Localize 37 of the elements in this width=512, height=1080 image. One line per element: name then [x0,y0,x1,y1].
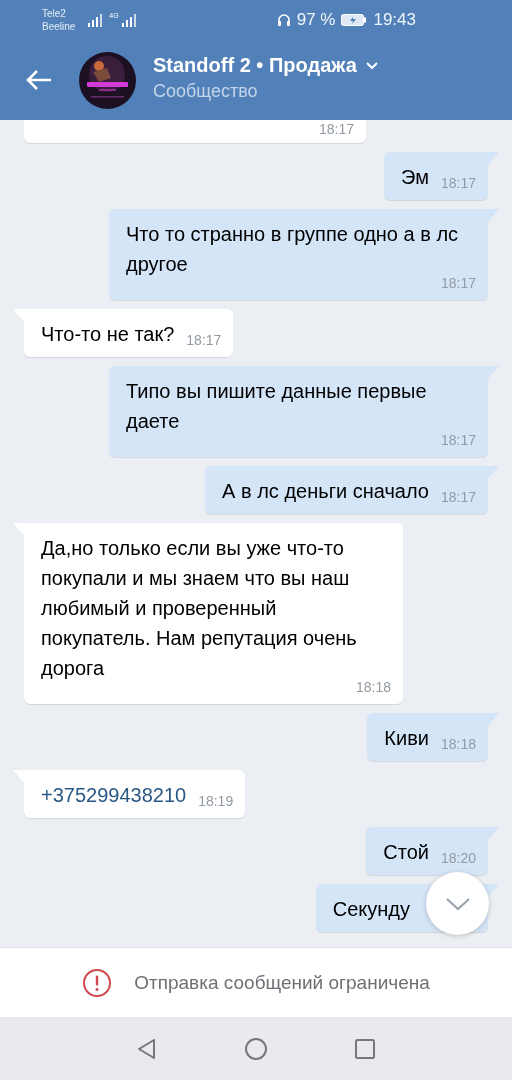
chat-subtitle: Сообщество [153,81,259,102]
chevron-down-icon[interactable] [364,61,379,70]
phone-link[interactable]: +375299438210 [41,780,187,810]
message-time: 18:17 [440,432,476,448]
message-time: 18:17 [440,175,476,191]
message-text: Киви [384,726,429,751]
message-time: 18:17 [440,275,476,291]
message-time: 18:18 [355,679,391,695]
clock: 19:43 [373,10,416,30]
home-nav-icon[interactable] [244,1036,268,1061]
chevron-down-icon [444,896,471,911]
battery-icon [341,14,368,26]
message-text: Эм [401,165,429,190]
message-text: А в лс деньги сначало [222,479,429,504]
recents-nav-icon[interactable] [353,1036,377,1061]
notice-text: Отправка сообщений ограничена [134,971,430,994]
signal-icon [87,13,104,27]
message-text: Секунду [332,897,410,922]
back-arrow-icon[interactable] [25,68,53,92]
carrier-name: Beeline [42,20,76,33]
message-time: 18:19 [198,793,234,809]
message-text: Что-то не так? [41,322,175,347]
carrier-name: Tele2 [42,7,67,20]
message-time: 18:17 [440,489,476,505]
message-text: Типо вы пишите данные первые даете [126,379,428,434]
signal-icon [120,13,137,27]
message-text: Стой [383,840,429,865]
message-time: 18:20 [440,850,476,866]
message-text: Да,но только если вы уже что-то покупали и мы знаем что вы наш любимый и проверенный покупатель. Нам репутация очень дорога [41,536,358,681]
battery-percent: 97 % [296,10,336,30]
message-text: Что то странно в группе одно а в лс другое [126,222,460,277]
message-time: 18:18 [440,736,476,752]
warning-icon [82,967,113,998]
chat-title[interactable]: Standoff 2 • Продажа [153,54,357,77]
headphones-icon [276,13,291,27]
message-time: 18:17 [318,121,354,137]
message-time: 18:17 [186,332,222,348]
